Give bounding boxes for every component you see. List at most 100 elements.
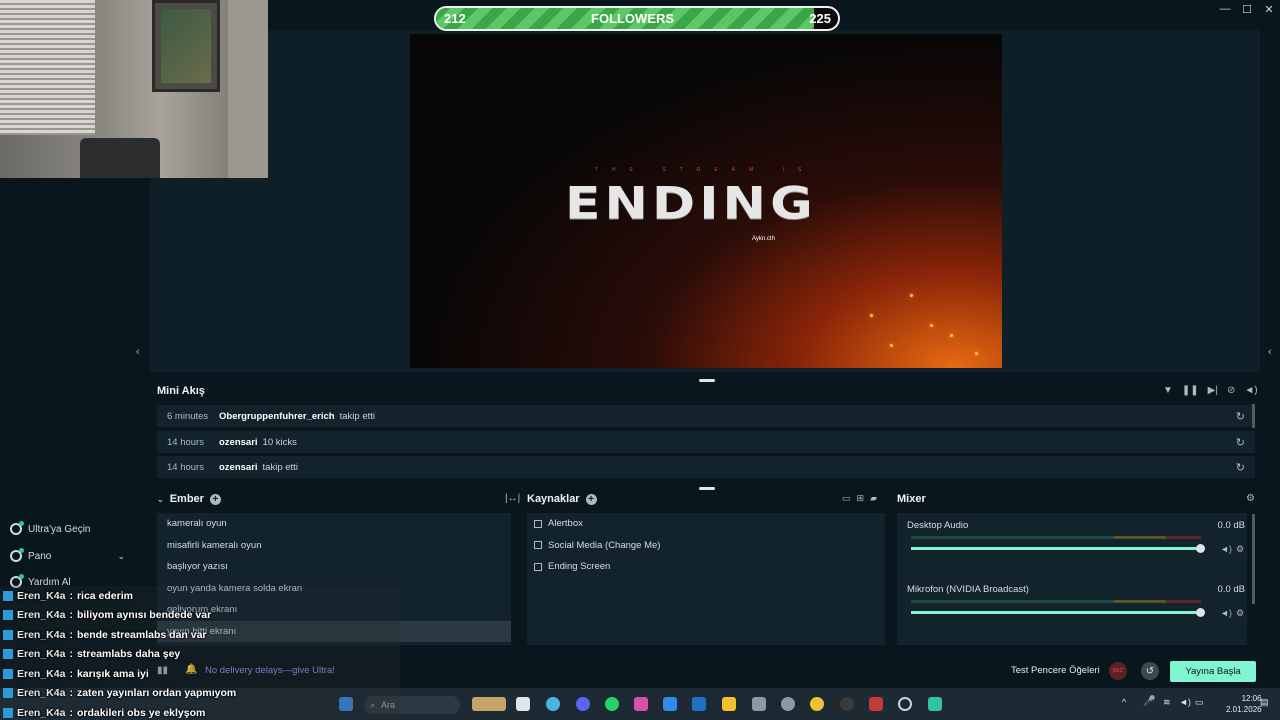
replay-alert-icon[interactable]: ↻ [1236, 436, 1245, 449]
widget-thumb-icon[interactable] [472, 697, 506, 711]
mixer-scrollbar[interactable] [1252, 514, 1255, 604]
chat-line: Eren_K4a: ordakileri obs ye eklyşom [0, 703, 400, 720]
record-button[interactable]: REC [1109, 662, 1127, 680]
chat-user: Eren_K4a [17, 628, 66, 641]
collapse-chevron-icon[interactable]: ⌄ [157, 495, 164, 504]
steam-icon[interactable] [898, 697, 912, 711]
scenes-title[interactable]: Ember [170, 493, 204, 505]
skip-icon[interactable]: ▶| [1208, 385, 1218, 396]
sidebar-item-ultra[interactable]: Ultra'ya Geçin [10, 521, 125, 535]
channel-name: Desktop Audio [907, 520, 969, 531]
filter-icon[interactable]: ▼ [1163, 385, 1173, 396]
transition-icon[interactable]: |↔| [505, 493, 520, 504]
taskbar-clock[interactable]: 12:06 2.01.2026 [1226, 693, 1262, 715]
microphone-icon[interactable]: 🎤 [1143, 696, 1155, 707]
chat-message: zaten yayınları ordan yapmıyom [76, 687, 237, 700]
feed-action: 10 kicks [262, 436, 297, 448]
source-label: Ending Screen [548, 561, 611, 573]
replay-buffer-icon[interactable]: ↺ [1141, 662, 1159, 680]
source-item[interactable]: Alertbox [527, 513, 885, 535]
collapse-right-icon[interactable]: ‹ [1268, 346, 1272, 358]
fire-spark [975, 352, 978, 355]
sources-toolbar: ▭ ⊞ ▰ [842, 493, 877, 504]
slider-knob[interactable] [1196, 608, 1205, 617]
channel-db: 0.0 dB [1217, 584, 1245, 595]
volume-icon[interactable]: ◄) [1244, 385, 1257, 396]
minimize-button[interactable]: — [1214, 0, 1236, 18]
chat-line: Eren_K4a: bende streamlabs dan var [0, 625, 400, 645]
task-view-icon[interactable] [516, 697, 530, 711]
battery-icon[interactable]: ▭ [1195, 697, 1204, 708]
ultra-icon [10, 521, 24, 535]
resize-handle[interactable] [699, 379, 715, 382]
go-live-button[interactable]: Yayına Başla [1170, 661, 1256, 682]
replay-alert-icon[interactable]: ↻ [1236, 410, 1245, 423]
volume-slider[interactable] [911, 544, 1205, 553]
streamlabs-icon[interactable] [928, 697, 942, 711]
fire-spark [950, 334, 953, 337]
maximize-button[interactable]: ☐ [1236, 0, 1258, 18]
chair [80, 138, 160, 178]
chat-line: Eren_K4a: karışık ama iyi [0, 664, 400, 684]
test-widgets-button[interactable]: Test Pencere Öğeleri [1011, 665, 1100, 676]
speaker-icon[interactable]: ◄) [1220, 608, 1232, 618]
mouse-icon[interactable] [781, 697, 795, 711]
add-source-button[interactable]: + [585, 493, 597, 505]
scene-item[interactable]: misafirli kameralı oyun [157, 535, 511, 557]
chat-message: rica ederim [76, 589, 133, 602]
sidebar-item-dashboard[interactable]: Pano ⌄ [10, 548, 125, 562]
feed-scrollbar[interactable] [1252, 404, 1255, 428]
folder-icon[interactable]: ▰ [870, 493, 877, 504]
chat-user: Eren_K4a [17, 648, 66, 661]
discord-icon[interactable] [576, 697, 590, 711]
chrome-icon[interactable] [810, 697, 824, 711]
source-item[interactable]: Social Media (Change Me) [527, 535, 885, 557]
close-button[interactable]: ✕ [1258, 0, 1280, 18]
pause-icon[interactable]: ❚❚ [1182, 385, 1199, 396]
feed-time: 6 minutes [167, 410, 209, 422]
chat-separator: : [69, 667, 73, 680]
slider-knob[interactable] [1196, 544, 1205, 553]
chat-line: Eren_K4a: streamlabs daha şey [0, 644, 400, 664]
chat-line: Eren_K4a: biliyom aynısı bendede var [0, 605, 400, 625]
add-scene-button[interactable]: + [209, 493, 221, 505]
collapse-left-icon[interactable]: ‹ [136, 346, 140, 358]
feed-time: 14 hours [167, 436, 204, 448]
wifi-icon[interactable]: ≋ [1163, 697, 1171, 708]
file-explorer-icon[interactable] [722, 697, 736, 711]
mixer-settings-icon[interactable]: ⚙ [1246, 493, 1255, 504]
scene-item[interactable]: başlıyor yazısı [157, 556, 511, 578]
mute-alerts-icon[interactable]: ⊘ [1227, 385, 1235, 396]
store-icon[interactable] [663, 697, 677, 711]
news-icon[interactable] [692, 697, 706, 711]
source-item[interactable]: Ending Screen [527, 556, 885, 578]
chat-message: bende streamlabs dan var [76, 628, 207, 641]
chevron-down-icon[interactable]: ⌄ [117, 551, 125, 562]
gear-icon[interactable]: ⚙ [1236, 544, 1244, 555]
whatsapp-icon[interactable] [605, 697, 619, 711]
mixer-channel: Mikrofon (NVIDIA Broadcast) 0.0 dB ◄) ⚙ [907, 584, 1247, 618]
widget-icon [534, 541, 542, 550]
chat-line: Eren_K4a: rica ederim [0, 586, 400, 606]
chat-message: karışık ama iyi [76, 667, 149, 680]
notification-center-icon[interactable]: ▤ [1260, 697, 1269, 708]
volume-slider[interactable] [911, 608, 1205, 617]
wall-painting [152, 0, 220, 92]
resize-handle[interactable] [699, 487, 715, 490]
copilot-icon[interactable] [634, 697, 648, 711]
speaker-icon[interactable]: ◄) [1220, 544, 1232, 554]
chat-user: Eren_K4a [17, 687, 66, 700]
calculator-icon[interactable] [752, 697, 766, 711]
scene-canvas[interactable]: THE STREAM IS ENDING Aykn.cth [410, 34, 1002, 368]
replay-alert-icon[interactable]: ↻ [1236, 461, 1245, 474]
app-icon[interactable] [546, 697, 560, 711]
valorant-icon[interactable] [869, 697, 883, 711]
selective-recording-icon[interactable]: ▭ [842, 493, 851, 504]
volume-tray-icon[interactable]: ◄) [1179, 697, 1191, 707]
volume-meter [911, 536, 1201, 539]
obs-icon[interactable] [840, 697, 854, 711]
tray-chevron-icon[interactable]: ^ [1122, 697, 1126, 707]
scene-item[interactable]: kameralı oyun [157, 513, 511, 535]
gear-icon[interactable]: ⚙ [1236, 608, 1244, 619]
add-group-icon[interactable]: ⊞ [857, 493, 865, 504]
